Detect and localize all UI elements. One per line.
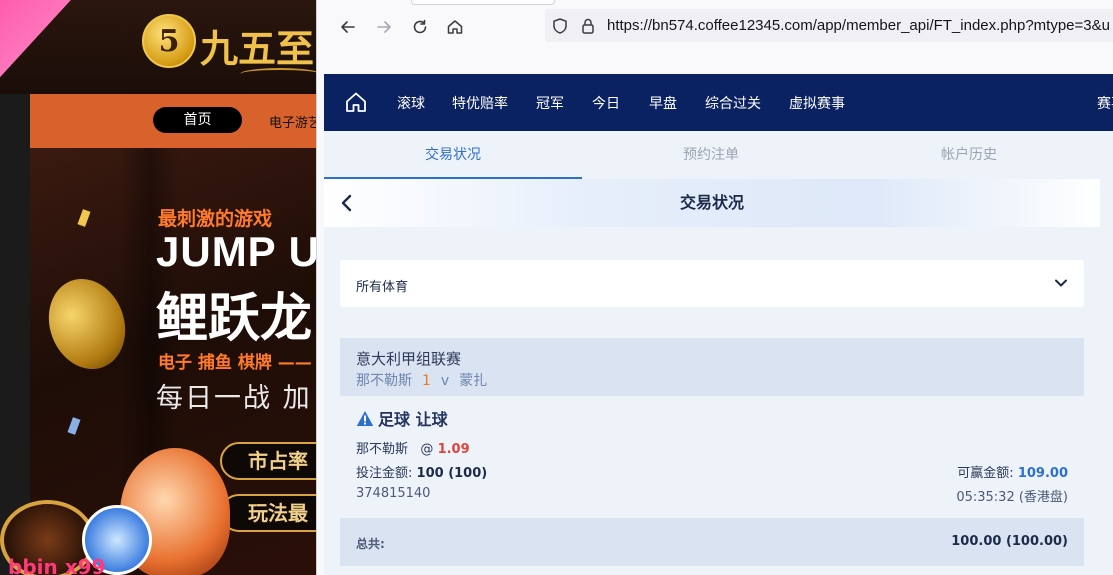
stake-amount: 投注金额: 100 (100)	[356, 462, 487, 481]
match-score: 1	[422, 373, 431, 389]
bet-details: 足球 让球 那不勒斯 @ 1.09 投注金额: 100 (100) 可赢金额: …	[340, 396, 1084, 517]
address-bar[interactable]: https://bn574.coffee12345.com/app/member…	[545, 9, 1113, 42]
versus-label: v	[440, 373, 450, 389]
arrow-right-icon	[377, 21, 391, 33]
bg-confetti	[77, 209, 91, 227]
win-value: 109.00	[1017, 466, 1068, 481]
bg-slogan-top: 最刺激的游戏	[158, 208, 273, 230]
match-teams: 那不勒斯 1 v 蒙扎	[356, 370, 487, 390]
bg-logo-text: 九五至	[200, 26, 315, 71]
browser-toolbar: https://bn574.coffee12345.com/app/member…	[317, 0, 1113, 54]
stake-value: 100 (100)	[416, 466, 488, 481]
bet-type: 足球 让球	[356, 406, 448, 430]
home-icon	[447, 20, 463, 34]
sub-tabs: 交易状况 预约注单 帐户历史	[324, 131, 1113, 179]
url-text[interactable]: https://bn574.coffee12345.com/app/member…	[607, 17, 1110, 34]
tab-account-history[interactable]: 帐户历史	[840, 131, 1098, 179]
home-icon[interactable]	[344, 90, 368, 114]
odds-prefix: @	[420, 442, 434, 457]
browser-tab-edge[interactable]	[411, 0, 555, 5]
nav-item-outright[interactable]: 冠军	[536, 93, 564, 113]
away-team: 蒙扎	[459, 373, 488, 389]
bg-left-strip	[0, 94, 30, 575]
page-title-bar: 交易状况	[324, 179, 1100, 227]
nav-item-results[interactable]: 赛事	[1097, 93, 1113, 113]
warning-icon	[356, 410, 374, 426]
forward-button[interactable]	[370, 13, 398, 41]
bet-match-header: 意大利甲组联赛 那不勒斯 1 v 蒙扎	[340, 338, 1084, 396]
selection-team: 那不勒斯	[356, 442, 409, 457]
bg-logo-icon: 5	[142, 14, 196, 68]
win-label: 可赢金额:	[957, 466, 1014, 481]
bg-slogan-big: 鲤跃龙	[156, 289, 313, 349]
bg-slogan-categories: 电子 捕鱼 棋牌 ——	[158, 353, 312, 373]
nav-item-today[interactable]: 今日	[592, 93, 620, 113]
reload-icon	[413, 19, 427, 34]
home-button[interactable]	[441, 13, 469, 41]
nav-item-special-odds[interactable]: 特优赔率	[452, 93, 508, 113]
arrow-left-icon	[341, 21, 355, 33]
total-value: 100.00 (100.00)	[951, 534, 1068, 549]
bet-card: 意大利甲组联赛 那不勒斯 1 v 蒙扎 足球 让球 那不勒斯 @ 1.09 投注金额:…	[340, 338, 1084, 568]
selection-odds: 1.09	[437, 442, 470, 457]
nav-item-virtual[interactable]: 虚拟赛事	[789, 93, 845, 113]
bg-nav-bar: 首页 电子游艺	[30, 94, 316, 148]
total-summary: 总共: 100.00 (100.00)	[340, 518, 1084, 566]
nav-item-parlay[interactable]: 综合过关	[705, 93, 761, 113]
bg-nav-games[interactable]: 电子游艺	[269, 112, 316, 131]
nav-item-early[interactable]: 早盘	[649, 93, 677, 113]
tab-transaction-status[interactable]: 交易状况	[324, 131, 582, 179]
shield-icon[interactable]	[551, 17, 569, 35]
sports-top-nav: 滚球 特优赔率 冠军 今日 早盘 综合过关 虚拟赛事 赛事	[324, 74, 1113, 131]
back-button[interactable]	[334, 13, 362, 41]
background-casino-site: 5 九五至 首页 电子游艺 最刺激的游戏 JUMP UP 鲤跃龙 电子 捕鱼 棋…	[0, 0, 316, 575]
potential-win: 可赢金额: 109.00	[957, 462, 1068, 481]
chevron-down-icon	[1055, 279, 1067, 287]
browser-window: https://bn574.coffee12345.com/app/member…	[316, 0, 1113, 575]
league-name: 意大利甲组联赛	[356, 350, 462, 368]
bg-confetti	[67, 417, 81, 435]
bet-type-label: 足球 让球	[378, 410, 448, 429]
bg-logo-swirl	[240, 68, 316, 80]
tab-reserved-bets[interactable]: 预约注单	[582, 131, 840, 179]
reload-button[interactable]	[406, 13, 434, 41]
ticket-id: 374815140	[356, 486, 431, 501]
lock-icon[interactable]	[579, 17, 597, 35]
nav-item-live[interactable]: 滚球	[397, 93, 425, 113]
bg-nav-home[interactable]: 首页	[153, 107, 242, 133]
bg-pill-market: 市占率	[220, 442, 316, 480]
stake-label: 投注金额:	[356, 466, 413, 481]
bg-bottom-logo-text: bbin x99	[8, 555, 106, 575]
sport-filter-value: 所有体育	[356, 280, 409, 295]
web-content: 滚球 特优赔率 冠军 今日 早盘 综合过关 虚拟赛事 赛事 交易状况 预约注单 …	[324, 74, 1113, 575]
bg-slogan-en: JUMP UP	[156, 228, 316, 275]
total-label: 总共:	[356, 537, 385, 551]
bet-selection: 那不勒斯 @ 1.09	[356, 438, 470, 457]
bet-time: 05:35:32 (香港盘)	[956, 490, 1068, 505]
chevron-left-icon[interactable]	[336, 192, 358, 214]
home-team: 那不勒斯	[356, 373, 412, 389]
bg-slogan-daily: 每日一战 加	[156, 383, 312, 414]
bg-pill-play: 玩法最	[220, 494, 316, 532]
page-title: 交易状况	[679, 193, 744, 212]
sport-filter-select[interactable]: 所有体育	[340, 260, 1084, 307]
